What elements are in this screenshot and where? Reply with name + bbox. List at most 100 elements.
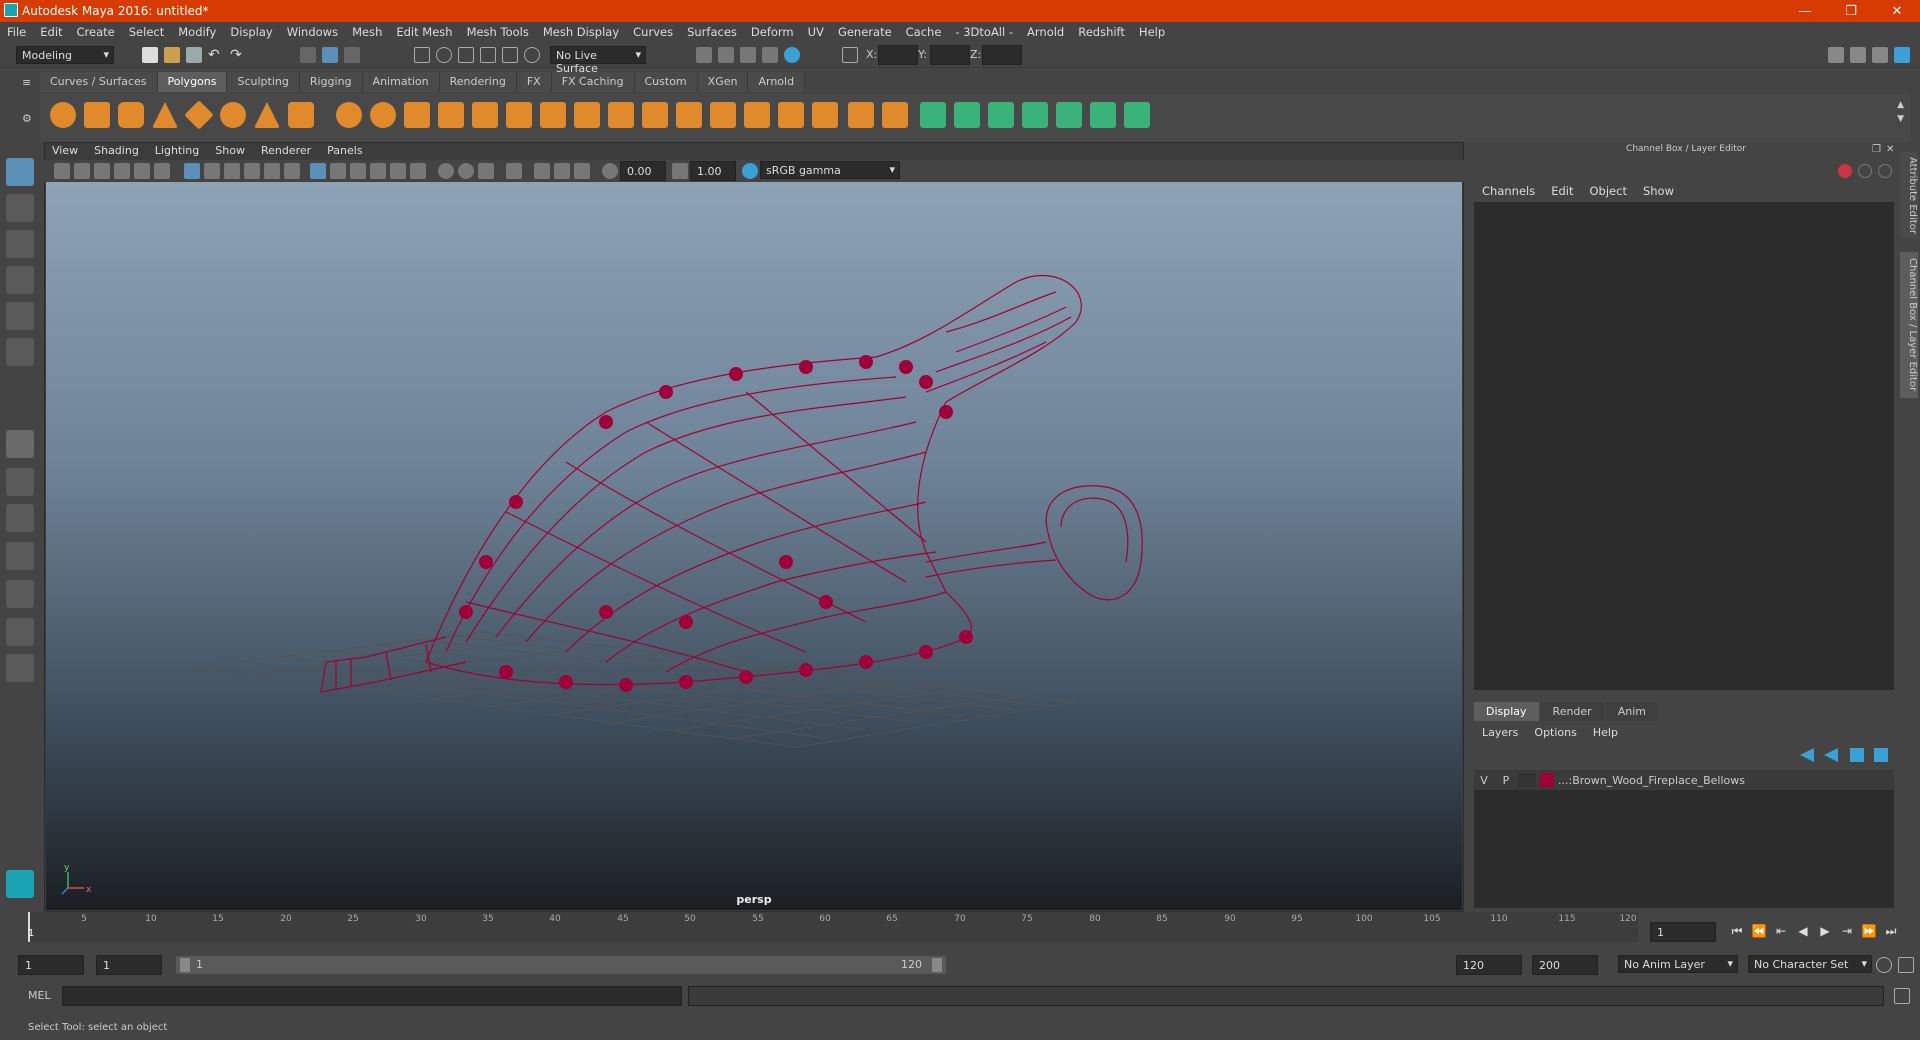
xray-icon[interactable] bbox=[534, 163, 550, 179]
lasso-tool-icon[interactable] bbox=[6, 194, 34, 222]
xray-joints-icon[interactable] bbox=[554, 163, 570, 179]
gamma-icon[interactable] bbox=[672, 163, 688, 179]
grease-pencil-icon[interactable] bbox=[154, 163, 170, 179]
poly-cube-icon[interactable] bbox=[84, 102, 110, 128]
menu-curves[interactable]: Curves bbox=[626, 25, 680, 39]
current-frame-field[interactable]: 1 bbox=[1650, 922, 1716, 942]
menu-mesh-display[interactable]: Mesh Display bbox=[536, 25, 626, 39]
hypershade-layout-icon[interactable] bbox=[6, 618, 34, 646]
fill-hole-icon[interactable] bbox=[642, 102, 668, 128]
select-object-icon[interactable] bbox=[322, 47, 338, 63]
range-end-handle[interactable] bbox=[932, 958, 942, 972]
menu-file[interactable]: File bbox=[0, 25, 33, 39]
select-tool-icon[interactable] bbox=[6, 158, 34, 186]
tab-arnold[interactable]: Arnold bbox=[748, 72, 806, 92]
tab-anim[interactable]: Anim bbox=[1605, 702, 1658, 721]
boolean-icon[interactable] bbox=[472, 102, 498, 128]
outliner-persp-layout-icon[interactable] bbox=[6, 580, 34, 608]
menu-uv[interactable]: UV bbox=[801, 25, 831, 39]
x-field[interactable] bbox=[878, 45, 918, 65]
uv-editor-icon[interactable] bbox=[920, 102, 946, 128]
cb-menu-object[interactable]: Object bbox=[1582, 184, 1635, 198]
play-backward-icon[interactable]: ◀ bbox=[1794, 924, 1812, 942]
color-space-dropdown[interactable]: sRGB gamma bbox=[760, 161, 900, 179]
shadows-icon[interactable] bbox=[410, 163, 426, 179]
perspective-viewport[interactable]: y x persp bbox=[46, 182, 1462, 910]
poly-torus-icon[interactable] bbox=[220, 102, 246, 128]
tab-rigging[interactable]: Rigging bbox=[299, 72, 363, 92]
menu-windows[interactable]: Windows bbox=[280, 25, 345, 39]
le-menu-help[interactable]: Help bbox=[1585, 726, 1626, 739]
panel-menu-view[interactable]: View bbox=[44, 144, 86, 160]
tool-settings-icon[interactable] bbox=[1872, 47, 1888, 63]
animation-end-field[interactable]: 200 bbox=[1532, 955, 1598, 975]
snap-grid-icon[interactable] bbox=[414, 47, 430, 63]
y-field[interactable] bbox=[930, 45, 970, 65]
uv-snapshot-icon[interactable] bbox=[1124, 102, 1150, 128]
animation-preferences-icon[interactable] bbox=[1898, 957, 1914, 973]
snap-curve-icon[interactable] bbox=[436, 47, 452, 63]
le-menu-layers[interactable]: Layers bbox=[1474, 726, 1526, 739]
channel-box-area[interactable] bbox=[1474, 202, 1894, 690]
playback-start-field[interactable]: 1 bbox=[96, 955, 162, 975]
anim-layer-dropdown[interactable]: No Anim Layer bbox=[1618, 955, 1738, 973]
playback-end-field[interactable]: 120 bbox=[1456, 955, 1522, 975]
ipr-render-icon[interactable] bbox=[740, 47, 756, 63]
render-current-icon[interactable] bbox=[718, 47, 734, 63]
panel-menu-lighting[interactable]: Lighting bbox=[147, 144, 207, 160]
new-scene-icon[interactable] bbox=[142, 47, 158, 63]
layer-visibility-toggle[interactable]: V bbox=[1474, 774, 1494, 787]
menu-create[interactable]: Create bbox=[70, 25, 122, 39]
channel-box-toggle-icon[interactable] bbox=[1894, 47, 1910, 63]
snap-view-plane-icon[interactable] bbox=[502, 47, 518, 63]
menu-arnold[interactable]: Arnold bbox=[1020, 25, 1071, 39]
bookmark-icon[interactable] bbox=[94, 163, 110, 179]
lights-icon[interactable] bbox=[390, 163, 406, 179]
auto-key-icon[interactable] bbox=[1876, 957, 1892, 973]
single-perspective-layout-icon[interactable] bbox=[6, 430, 34, 458]
layer-row[interactable]: V P ...:Brown_Wood_Fireplace_Bellows bbox=[1474, 770, 1894, 790]
undo-icon[interactable]: ↶ bbox=[208, 47, 224, 63]
unfold-uv-icon[interactable] bbox=[1022, 102, 1048, 128]
smooth-icon[interactable] bbox=[438, 102, 464, 128]
menu-3dtoall[interactable]: - 3DtoAll - bbox=[948, 25, 1020, 39]
sew-uv-icon[interactable] bbox=[988, 102, 1014, 128]
safe-action-icon[interactable] bbox=[284, 163, 300, 179]
wireframe-icon[interactable] bbox=[310, 163, 326, 179]
merge-icon[interactable] bbox=[778, 102, 804, 128]
target-weld-icon[interactable] bbox=[744, 102, 770, 128]
menu-mesh[interactable]: Mesh bbox=[345, 25, 389, 39]
menu-redshift[interactable]: Redshift bbox=[1071, 25, 1132, 39]
timeline-ruler[interactable]: 1 5 10 15 20 25 30 35 40 45 50 55 60 65 … bbox=[28, 912, 1638, 942]
checker-map-icon[interactable] bbox=[1090, 102, 1116, 128]
shelf-settings-icon[interactable]: ⚙ bbox=[22, 112, 36, 126]
paint-select-tool-icon[interactable] bbox=[6, 230, 34, 258]
menu-edit-mesh[interactable]: Edit Mesh bbox=[389, 25, 459, 39]
layout-uv-icon[interactable] bbox=[1056, 102, 1082, 128]
cb-menu-channels[interactable]: Channels bbox=[1474, 184, 1543, 198]
select-component-icon[interactable] bbox=[344, 47, 360, 63]
menu-display[interactable]: Display bbox=[223, 25, 279, 39]
antialiasing-icon[interactable] bbox=[478, 163, 494, 179]
tab-animation[interactable]: Animation bbox=[362, 72, 440, 92]
two-d-pan-zoom-icon[interactable] bbox=[134, 163, 150, 179]
xray-components-icon[interactable] bbox=[574, 163, 590, 179]
gate-mask-icon[interactable] bbox=[244, 163, 260, 179]
tab-curves-surfaces[interactable]: Curves / Surfaces bbox=[40, 72, 158, 92]
tab-fx-caching[interactable]: FX Caching bbox=[551, 72, 635, 92]
new-layer-from-selection-icon[interactable] bbox=[1874, 748, 1888, 762]
gamma-field[interactable]: 1.00 bbox=[690, 161, 736, 181]
planar-map-icon[interactable] bbox=[848, 102, 874, 128]
menu-cache[interactable]: Cache bbox=[899, 25, 949, 39]
cb-menu-show[interactable]: Show bbox=[1635, 184, 1682, 198]
minimize-button[interactable]: — bbox=[1782, 0, 1828, 22]
range-start-handle[interactable] bbox=[180, 958, 190, 972]
step-back-key-icon[interactable]: ⇤ bbox=[1772, 924, 1790, 942]
le-menu-options[interactable]: Options bbox=[1526, 726, 1584, 739]
scale-tool-icon[interactable] bbox=[6, 338, 34, 366]
grid-toggle-icon[interactable] bbox=[184, 163, 200, 179]
move-tool-icon[interactable] bbox=[6, 266, 34, 294]
tab-fx[interactable]: FX bbox=[516, 72, 552, 92]
render-settings-icon[interactable] bbox=[762, 47, 778, 63]
attribute-lock-icon[interactable] bbox=[1858, 164, 1872, 178]
